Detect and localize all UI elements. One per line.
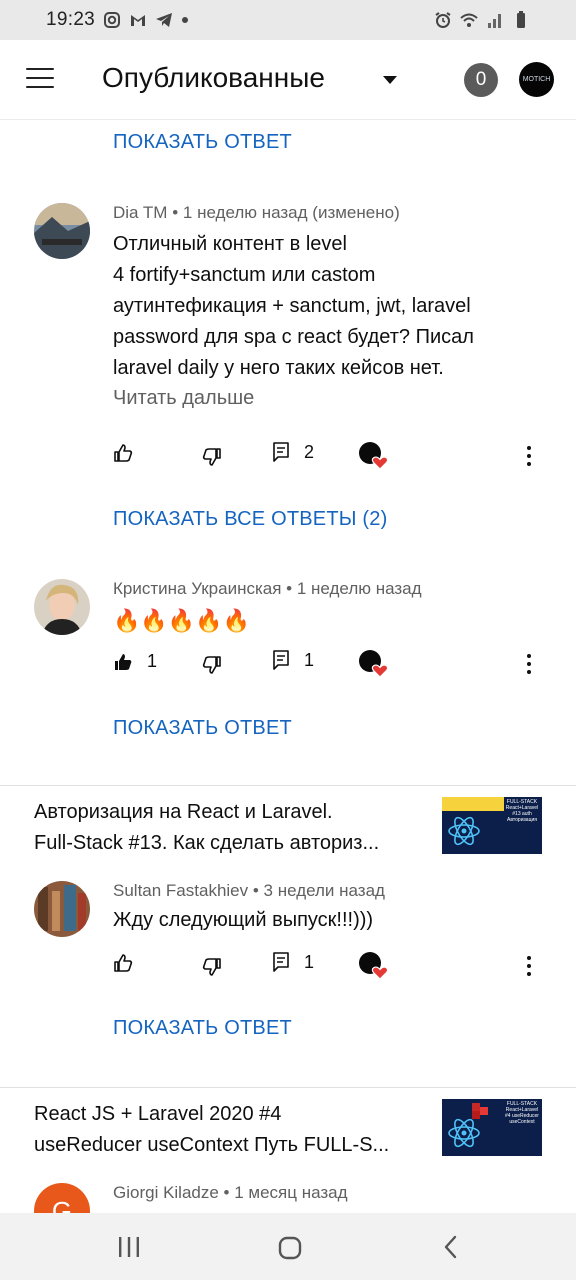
dislike-button[interactable] (202, 655, 222, 675)
telegram-icon (156, 13, 173, 27)
alarm-icon (435, 12, 451, 28)
reply-comment-icon (273, 442, 289, 462)
comment-author[interactable]: Dia TM (113, 203, 167, 222)
back-chevron-icon (444, 1235, 457, 1259)
creator-heart-icon (358, 441, 389, 471)
avatar[interactable] (34, 203, 90, 259)
read-more-link[interactable]: Читать дальше (113, 387, 254, 410)
comment-meta: Sultan Fastakhiev • 3 недели назад (113, 881, 385, 900)
system-nav-bar (0, 1213, 576, 1280)
show-reply-link[interactable]: ПОКАЗАТЬ ОТВЕТ (113, 1017, 292, 1040)
page-title[interactable]: Опубликованные (102, 62, 325, 94)
comment-meta: Кристина Украинская • 1 неделю назад (113, 579, 422, 598)
menu-button[interactable] (26, 68, 54, 90)
thumbs-down-icon (202, 958, 221, 976)
battery-icon (517, 11, 525, 28)
wifi-icon (460, 13, 478, 27)
creator-heart-icon (358, 649, 389, 679)
comment-author[interactable]: Giorgi Kiladze (113, 1183, 219, 1202)
comment-meta: Giorgi Kiladze • 1 месяц назад (113, 1183, 348, 1202)
home-icon (278, 1236, 302, 1260)
reply-count: 1 (304, 649, 315, 670)
comment-author[interactable]: Sultan Fastakhiev (113, 881, 248, 900)
app-header: Опубликованные 0 MOTICH (0, 40, 576, 120)
video-title[interactable]: React JS + Laravel 2020 #4 useReducer us… (34, 1099, 414, 1161)
like-button[interactable] (113, 443, 133, 463)
thumbs-up-filled-icon (115, 653, 132, 670)
comment-actions: 2 (0, 441, 576, 471)
thumbs-down-icon (202, 448, 221, 466)
like-count: 1 (147, 651, 158, 671)
comment-meta: Dia TM • 1 неделю назад (изменено) (113, 203, 400, 222)
avatar[interactable] (34, 881, 90, 937)
avatar[interactable] (34, 579, 90, 635)
status-bar: 19:23 (0, 0, 576, 40)
comment-time: 1 неделю назад (296, 579, 422, 598)
notification-dot-icon (182, 17, 189, 23)
comment-text: 🔥🔥🔥🔥🔥 (113, 608, 250, 633)
reply-button[interactable]: 1 (272, 649, 314, 671)
comment-time: 1 месяц назад (234, 1183, 348, 1202)
video-title[interactable]: Авторизация на React и Laravel. Full-Sta… (34, 797, 414, 859)
comment-text: Отличный контент в level 4 fortify+sanct… (113, 233, 474, 379)
divider (0, 1087, 576, 1088)
notification-count-badge[interactable]: 0 (464, 63, 498, 97)
comment-text: Жду следующий выпуск!!!))) (113, 909, 374, 931)
reply-comment-icon (273, 650, 289, 670)
video-thumbnail[interactable]: FULL-STACK React+Laravel #4 useReducer u… (442, 1099, 542, 1156)
more-options-icon[interactable] (524, 951, 534, 981)
back-button[interactable] (443, 1235, 459, 1264)
reply-comment-icon (273, 952, 289, 972)
recent-apps-icon (119, 1237, 139, 1257)
comment-actions: 1 (0, 951, 576, 981)
signal-icon (488, 14, 501, 28)
avatar[interactable]: G (34, 1183, 90, 1213)
comment-time: 1 неделю назад (изменено) (182, 203, 400, 222)
dislike-button[interactable] (202, 957, 222, 977)
more-options-icon[interactable] (524, 441, 534, 471)
show-reply-link[interactable]: ПОКАЗАТЬ ОТВЕТ (113, 717, 292, 740)
reply-count: 1 (304, 951, 315, 972)
comments-feed[interactable]: ПОКАЗАТЬ ОТВЕТ Dia TM • 1 неделю назад (… (0, 121, 576, 1213)
show-reply-link[interactable]: ПОКАЗАТЬ ОТВЕТ (113, 131, 292, 154)
comment-actions: 1 1 (0, 649, 576, 679)
comment-author[interactable]: Кристина Украинская (113, 579, 281, 598)
recent-apps-button[interactable] (118, 1237, 140, 1262)
like-button[interactable] (113, 953, 133, 973)
divider (0, 785, 576, 786)
reply-button[interactable]: 2 (272, 441, 314, 463)
reply-button[interactable]: 1 (272, 951, 314, 973)
creator-heart-icon (358, 951, 389, 981)
instagram-icon (104, 12, 121, 28)
video-thumbnail[interactable]: FULL-STACK React+Laravel #13 auth Автори… (442, 797, 542, 854)
thumbs-up-icon (114, 954, 133, 972)
thumbs-down-icon (202, 656, 221, 674)
show-all-replies-link[interactable]: ПОКАЗАТЬ ВСЕ ОТВЕТЫ (2) (113, 508, 387, 531)
like-button[interactable]: 1 (113, 651, 157, 672)
status-time: 19:23 (46, 9, 96, 30)
comment-time: 3 недели назад (263, 881, 385, 900)
gmail-icon (131, 15, 146, 26)
more-options-icon[interactable] (524, 649, 534, 679)
home-button[interactable] (278, 1236, 302, 1265)
reply-count: 2 (304, 441, 315, 462)
channel-avatar[interactable]: MOTICH (519, 62, 554, 97)
dislike-button[interactable] (202, 447, 222, 467)
thumbs-up-icon (114, 444, 133, 462)
channel-avatar-text: MOTICH (522, 76, 551, 83)
dropdown-caret-icon[interactable] (383, 76, 397, 84)
